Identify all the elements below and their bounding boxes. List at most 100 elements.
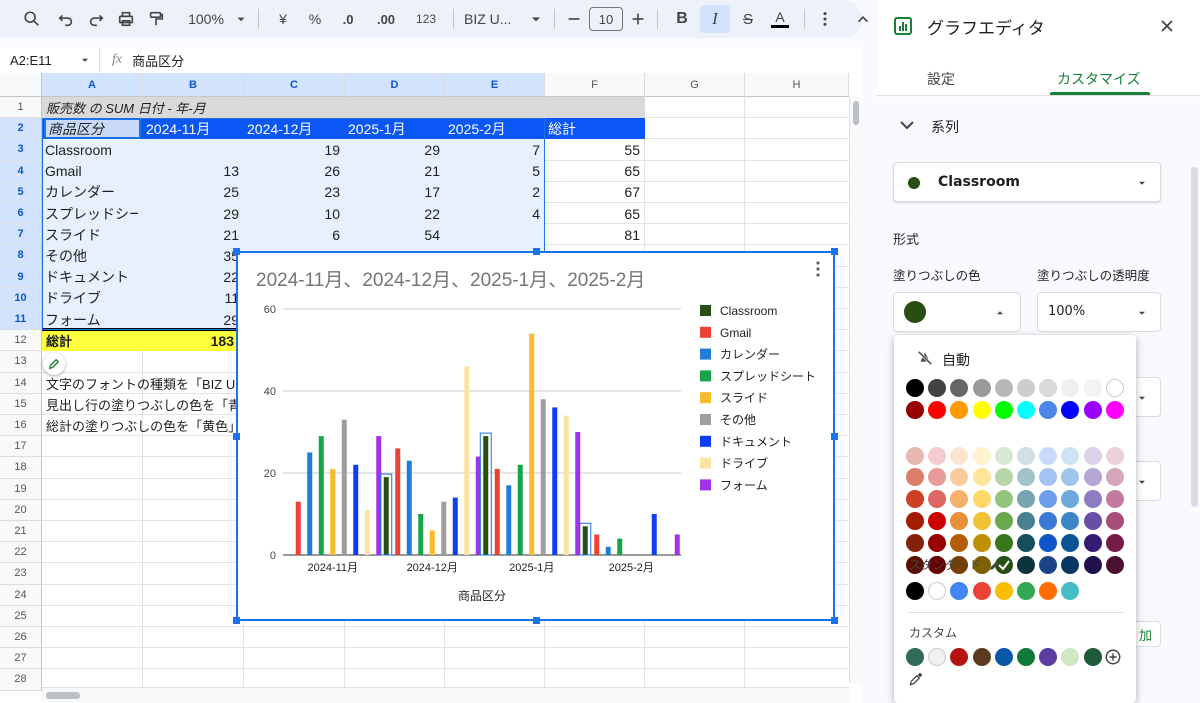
resize-handle[interactable] [233,248,240,255]
header-cell[interactable]: 総計 [548,118,644,139]
horizontal-scrollbar[interactable] [42,687,849,703]
color-swatch[interactable] [1039,555,1058,574]
color-swatch[interactable] [1083,401,1102,419]
resize-handle[interactable] [533,248,540,255]
color-swatch[interactable] [950,401,969,419]
color-swatch[interactable] [994,468,1013,487]
color-swatch[interactable] [906,379,924,397]
color-swatch[interactable] [1017,512,1035,530]
custom-color-swatch[interactable] [1017,648,1035,666]
color-swatch[interactable] [972,533,991,552]
row-header-24[interactable]: 24 [0,584,42,606]
row-header-2[interactable]: 2 [0,118,42,140]
standard-color-swatch[interactable] [906,582,924,600]
row-header-26[interactable]: 26 [0,627,42,649]
color-swatch[interactable] [1061,401,1080,419]
color-swatch[interactable] [1039,401,1058,419]
color-swatch[interactable] [928,446,947,465]
row-header-28[interactable]: 28 [0,669,42,691]
row-header-20[interactable]: 20 [0,499,42,521]
row-header-17[interactable]: 17 [0,436,42,458]
row-header-8[interactable]: 8 [0,245,42,267]
color-swatch[interactable] [906,401,924,419]
row-header-18[interactable]: 18 [0,457,42,479]
value-cell[interactable]: 65 [548,161,640,182]
row-header-19[interactable]: 19 [0,478,42,500]
scrollbar-thumb[interactable] [46,692,80,699]
standard-color-swatch[interactable] [950,582,969,600]
row-header-10[interactable]: 10 [0,287,42,309]
color-swatch[interactable] [972,401,991,419]
plus-icon[interactable] [629,5,647,33]
edit-pencil-icon[interactable] [43,353,65,375]
color-swatch[interactable] [1061,379,1080,397]
row-header-3[interactable]: 3 [0,139,42,161]
custom-color-swatch[interactable] [994,648,1013,666]
color-swatch[interactable] [906,446,924,465]
custom-color-swatch[interactable] [1061,648,1080,666]
color-swatch[interactable] [928,468,947,487]
column-header-g[interactable]: G [645,73,745,97]
color-swatch[interactable] [1017,533,1035,552]
color-swatch[interactable] [950,533,969,552]
chevron-down-icon[interactable] [528,5,544,33]
color-swatch[interactable] [972,446,991,465]
color-swatch[interactable] [1061,490,1080,509]
row-header-27[interactable]: 27 [0,648,42,670]
color-swatch[interactable] [1105,533,1124,552]
color-swatch[interactable] [1039,490,1058,509]
custom-color-swatch[interactable] [950,648,969,666]
color-swatch[interactable] [994,512,1013,530]
tab-customize[interactable]: カスタマイズ [1057,69,1141,89]
color-swatch[interactable] [1105,468,1124,487]
color-swatch[interactable] [1083,490,1102,509]
fill-opacity-select[interactable]: 100% [1037,292,1161,332]
color-swatch[interactable] [1083,446,1102,465]
color-swatch[interactable] [1039,512,1058,530]
sheet-grid[interactable]: ABCDEFGH 1 2 3 4 5 6 7 8 9 10 11 12 13 14 15 16 17 18 19 20… [0,73,862,703]
vertical-scrollbar[interactable] [849,97,862,683]
eyedropper-icon[interactable] [908,671,924,687]
color-swatch[interactable] [1039,379,1058,397]
zoom-select[interactable]: 100% [178,5,234,33]
row-header-7[interactable]: 7 [0,224,42,246]
font-size-input[interactable]: 10 [589,7,623,31]
no-fill-icon[interactable] [916,349,934,367]
column-header-h[interactable]: H [745,73,849,97]
decrease-decimal-button[interactable]: .0 [333,5,363,33]
color-swatch[interactable] [994,446,1013,465]
row-header-12[interactable]: 12 [0,330,42,352]
edit-icon[interactable] [988,557,1002,571]
custom-color-swatch[interactable] [928,648,947,666]
percent-button[interactable]: % [301,5,329,33]
column-header-d[interactable]: D [345,73,445,97]
color-swatch[interactable] [950,490,969,509]
resize-handle[interactable] [831,433,838,440]
value-cell[interactable]: 55 [548,139,640,160]
row-header-11[interactable]: 11 [0,309,42,331]
color-swatch[interactable] [1061,468,1080,487]
column-header-b[interactable]: B [143,73,244,97]
resize-handle[interactable] [533,617,540,624]
print-icon[interactable] [114,5,138,33]
color-swatch[interactable] [1039,468,1058,487]
color-swatch[interactable] [928,533,947,552]
color-swatch[interactable] [950,446,969,465]
italic-icon[interactable]: I [700,5,730,33]
collapse-toolbar-icon[interactable] [851,5,875,33]
color-swatch[interactable] [1105,512,1124,530]
series-select[interactable]: Classroom [893,162,1161,202]
color-swatch[interactable] [1039,446,1058,465]
color-swatch[interactable] [1083,512,1102,530]
minus-icon[interactable] [565,5,583,33]
color-swatch[interactable] [1017,555,1035,574]
color-swatch[interactable] [950,379,969,397]
color-swatch[interactable] [1061,533,1080,552]
chart-menu-icon[interactable] [813,260,823,278]
color-swatch[interactable] [1061,446,1080,465]
standard-color-swatch[interactable] [994,582,1013,600]
column-header-a[interactable]: A [42,73,143,97]
color-swatch[interactable] [972,379,991,397]
color-swatch[interactable] [1017,379,1035,397]
standard-color-swatch[interactable] [1017,582,1035,600]
